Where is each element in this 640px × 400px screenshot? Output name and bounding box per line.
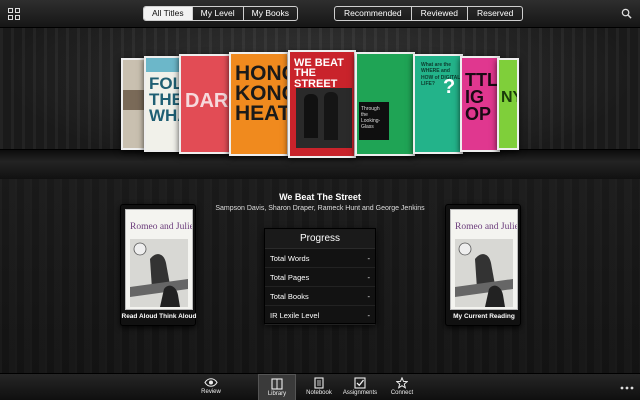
more-icon[interactable] [620, 386, 634, 390]
progress-label: IR Lexile Level [270, 310, 320, 320]
nav-assignments[interactable]: Assignments [339, 374, 381, 400]
book-cover-romeo-juliet: Romeo and Juliet [450, 209, 518, 310]
filter-segmented-control: All Titles My Level My Books [143, 6, 298, 21]
selected-book-title: We Beat The Street [279, 192, 361, 202]
tab-recommended[interactable]: Recommended [335, 7, 411, 20]
search-icon[interactable] [621, 8, 632, 19]
read-aloud-card[interactable]: Romeo and Juliet Read Aloud Think Aloud [120, 204, 197, 326]
tab-all-titles[interactable]: All Titles [144, 7, 192, 20]
book-cover[interactable]: FOLL THE WHA [144, 56, 182, 152]
selected-book-authors: Sampson Davis, Sharon Draper, Rameck Hun… [215, 205, 425, 212]
progress-row: IR Lexile Level - [265, 306, 375, 325]
progress-row: Total Books - [265, 287, 375, 306]
tab-my-books[interactable]: My Books [242, 7, 297, 20]
progress-value: - [367, 272, 371, 282]
book-cover[interactable]: What are the WHERE and HOW of DIGITAL LI… [413, 54, 463, 154]
nav-review-label: Review [201, 389, 221, 395]
book-cover[interactable]: HONG KONG HEAT [229, 52, 289, 156]
cover-title: Romeo and Juliet [130, 222, 193, 232]
book-cover[interactable]: TTLE IG OP [460, 56, 500, 152]
book-icon [271, 378, 283, 390]
nav-connect[interactable]: Connect [385, 374, 419, 400]
nav-library-label: Library [267, 391, 287, 397]
grid-icon[interactable] [8, 8, 20, 20]
tab-my-level[interactable]: My Level [191, 7, 243, 20]
book-cover-selected[interactable]: WE BEAT THE STREET [288, 50, 356, 158]
library-shelf-area: FOLL THE WHA DARE HONG KONG HEAT WE BEAT… [0, 28, 640, 373]
current-reading-card[interactable]: Romeo and Juliet My Current Reading [445, 204, 521, 326]
progress-label: Total Books [270, 291, 309, 301]
notebook-icon [314, 377, 324, 389]
eye-icon [204, 378, 218, 387]
book-cover-romeo-juliet: Romeo and Juliet [125, 209, 193, 310]
progress-row: Total Pages - [265, 268, 375, 287]
progress-label: Total Pages [270, 272, 310, 282]
progress-value: - [367, 310, 371, 320]
progress-value: - [367, 291, 371, 301]
star-icon [396, 377, 408, 389]
list-segmented-control: Recommended Reviewed Reserved [334, 6, 524, 21]
nav-library[interactable]: Library [258, 374, 296, 400]
book-cover[interactable]: DARE [179, 54, 231, 154]
checkbox-icon [354, 377, 366, 389]
nav-review[interactable]: Review [192, 374, 230, 400]
tab-reviewed[interactable]: Reviewed [410, 7, 467, 20]
bottom-nav-bar: Review Library Notebook Assignments Conn… [0, 373, 640, 400]
cover-illustration [455, 239, 513, 307]
current-reading-label: My Current Reading [453, 313, 515, 320]
top-bar: All Titles My Level My Books Recommended… [0, 0, 640, 28]
cover-title: Romeo and Juliet [455, 222, 518, 232]
book-cover[interactable]: Through the Looking-Glass [355, 52, 415, 156]
progress-panel: Progress Total Words - Total Pages - Tot… [264, 228, 376, 325]
nav-assignments-label: Assignments [342, 390, 378, 396]
read-aloud-label: Read Aloud Think Aloud [121, 313, 197, 320]
nav-connect-label: Connect [390, 390, 414, 396]
progress-title: Progress [265, 229, 375, 249]
book-cover[interactable]: NY [497, 58, 519, 150]
progress-row: Total Words - [265, 249, 375, 268]
nav-notebook-label: Notebook [306, 390, 332, 396]
nav-notebook[interactable]: Notebook [300, 374, 338, 400]
cover-illustration [130, 239, 188, 307]
progress-label: Total Words [270, 253, 310, 263]
tab-reserved[interactable]: Reserved [466, 7, 522, 20]
progress-value: - [367, 253, 371, 263]
